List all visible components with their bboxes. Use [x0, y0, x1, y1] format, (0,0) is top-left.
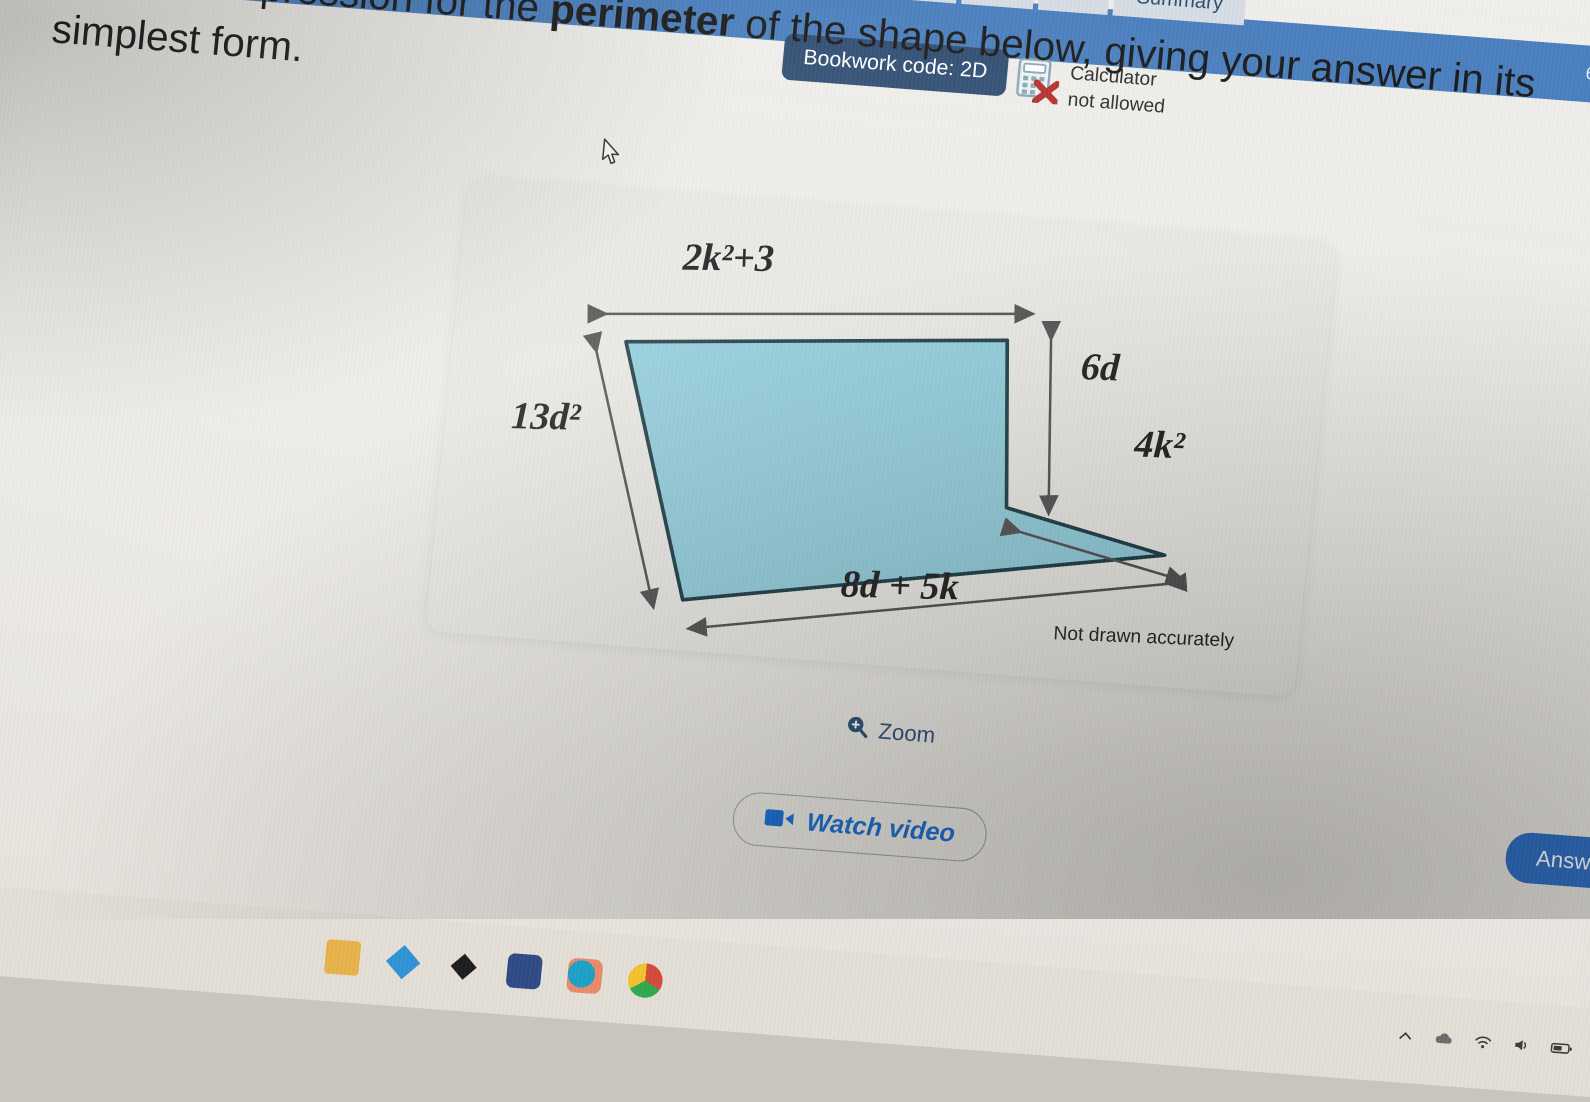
photographed-screen: 64,855 XP Sa 2E 2F 2G 2H Summary Bookwor…	[0, 0, 1590, 1102]
label-right-edge: 6d	[1079, 345, 1121, 390]
diamond-app-icon[interactable]	[445, 948, 483, 985]
chrome-browser-icon[interactable]	[626, 962, 665, 999]
video-camera-icon	[763, 805, 796, 837]
question-keyword-perimeter: perimeter	[548, 0, 737, 46]
zoom-control[interactable]: Zoom	[844, 714, 937, 751]
label-lower-right-edge: 4k²	[1133, 423, 1186, 468]
xp-counter: 64,855 XP	[1584, 63, 1590, 89]
watch-video-label: Watch video	[805, 808, 957, 848]
zoom-in-magnifier-icon	[844, 714, 871, 746]
system-tray: 21/10	[1397, 1027, 1590, 1066]
label-bottom-edge: 8d + 5k	[839, 563, 960, 609]
blue-app-icon[interactable]	[384, 944, 422, 981]
zoom-label: Zoom	[877, 718, 937, 748]
chevron-up-icon[interactable]	[1397, 1027, 1415, 1049]
battery-icon[interactable]	[1550, 1040, 1574, 1061]
mouse-cursor-icon	[600, 137, 625, 169]
edge-browser-icon[interactable]	[565, 957, 604, 995]
windows-taskbar: 21/10	[0, 878, 1590, 1102]
diagram-card: 2k²+3 13d² 6d 4k² 8d + 5k Not drawn accu…	[425, 177, 1337, 697]
taskbar-app-icons	[323, 939, 665, 999]
file-explorer-icon[interactable]	[323, 939, 362, 976]
answer-button[interactable]: Answer	[1503, 831, 1590, 892]
wifi-icon[interactable]	[1473, 1033, 1493, 1056]
label-left-edge: 13d²	[510, 394, 582, 439]
onedrive-icon[interactable]	[1433, 1030, 1455, 1053]
dark-blue-app-icon[interactable]	[505, 952, 544, 990]
watch-video-button[interactable]: Watch video	[730, 790, 989, 864]
label-top-edge: 2k²+3	[682, 236, 775, 281]
speaker-icon[interactable]	[1512, 1036, 1532, 1059]
